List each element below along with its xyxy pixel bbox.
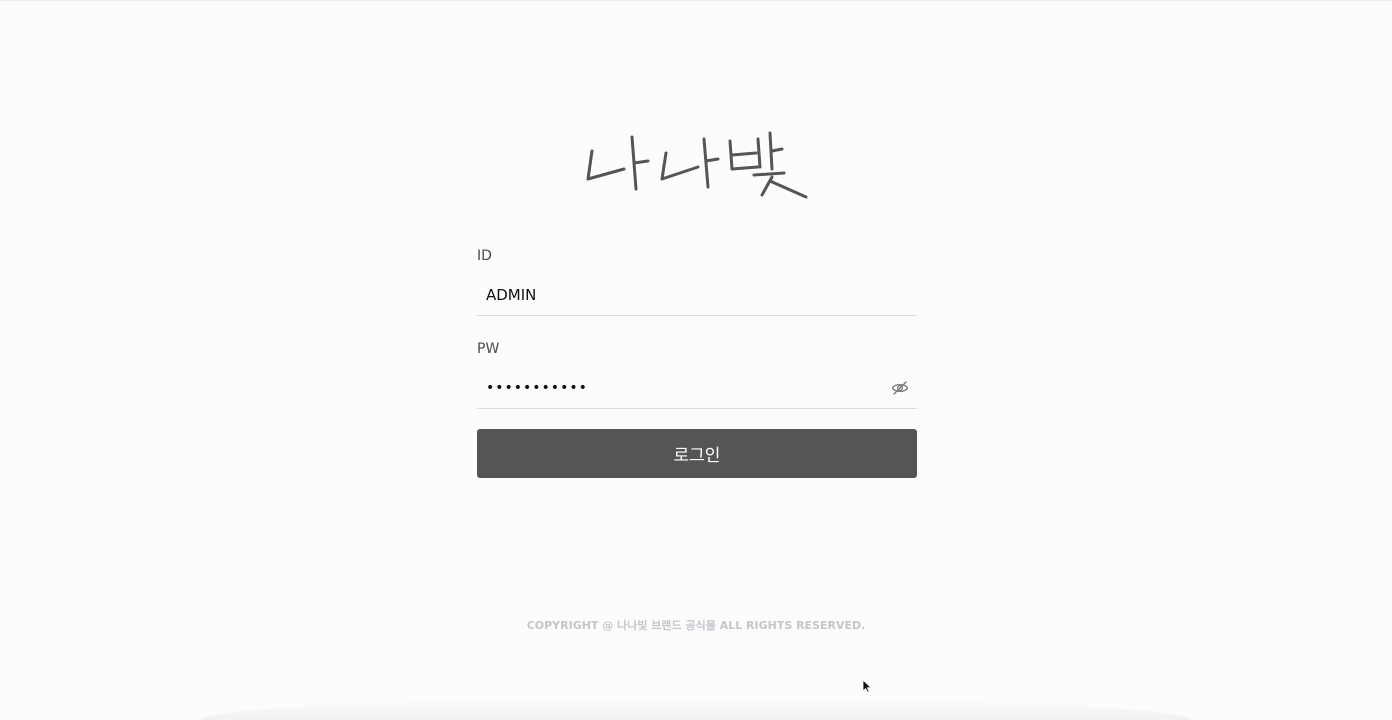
- login-button[interactable]: 로그인: [477, 429, 917, 478]
- brand-logo: [584, 129, 812, 201]
- pw-label: PW: [477, 341, 500, 357]
- id-field-wrapper: [477, 275, 917, 316]
- mouse-cursor-icon: [862, 679, 872, 693]
- login-page: ID PW 로그인 COPYRIGHT @ 나나빛 브랜드 공식몰 ALL RI…: [0, 0, 1392, 720]
- copyright-text: COPYRIGHT @ 나나빛 브랜드 공식몰 ALL RIGHTS RESER…: [526, 619, 866, 632]
- bottom-shadow: [200, 698, 1192, 720]
- id-label: ID: [477, 248, 492, 264]
- pw-field-wrapper: [477, 368, 917, 409]
- eye-slash-icon[interactable]: [891, 380, 909, 396]
- password-input[interactable]: [477, 368, 917, 408]
- brand-logo-handwriting: [586, 131, 808, 199]
- login-form: ID PW 로그인: [477, 245, 917, 478]
- id-input[interactable]: [477, 275, 917, 315]
